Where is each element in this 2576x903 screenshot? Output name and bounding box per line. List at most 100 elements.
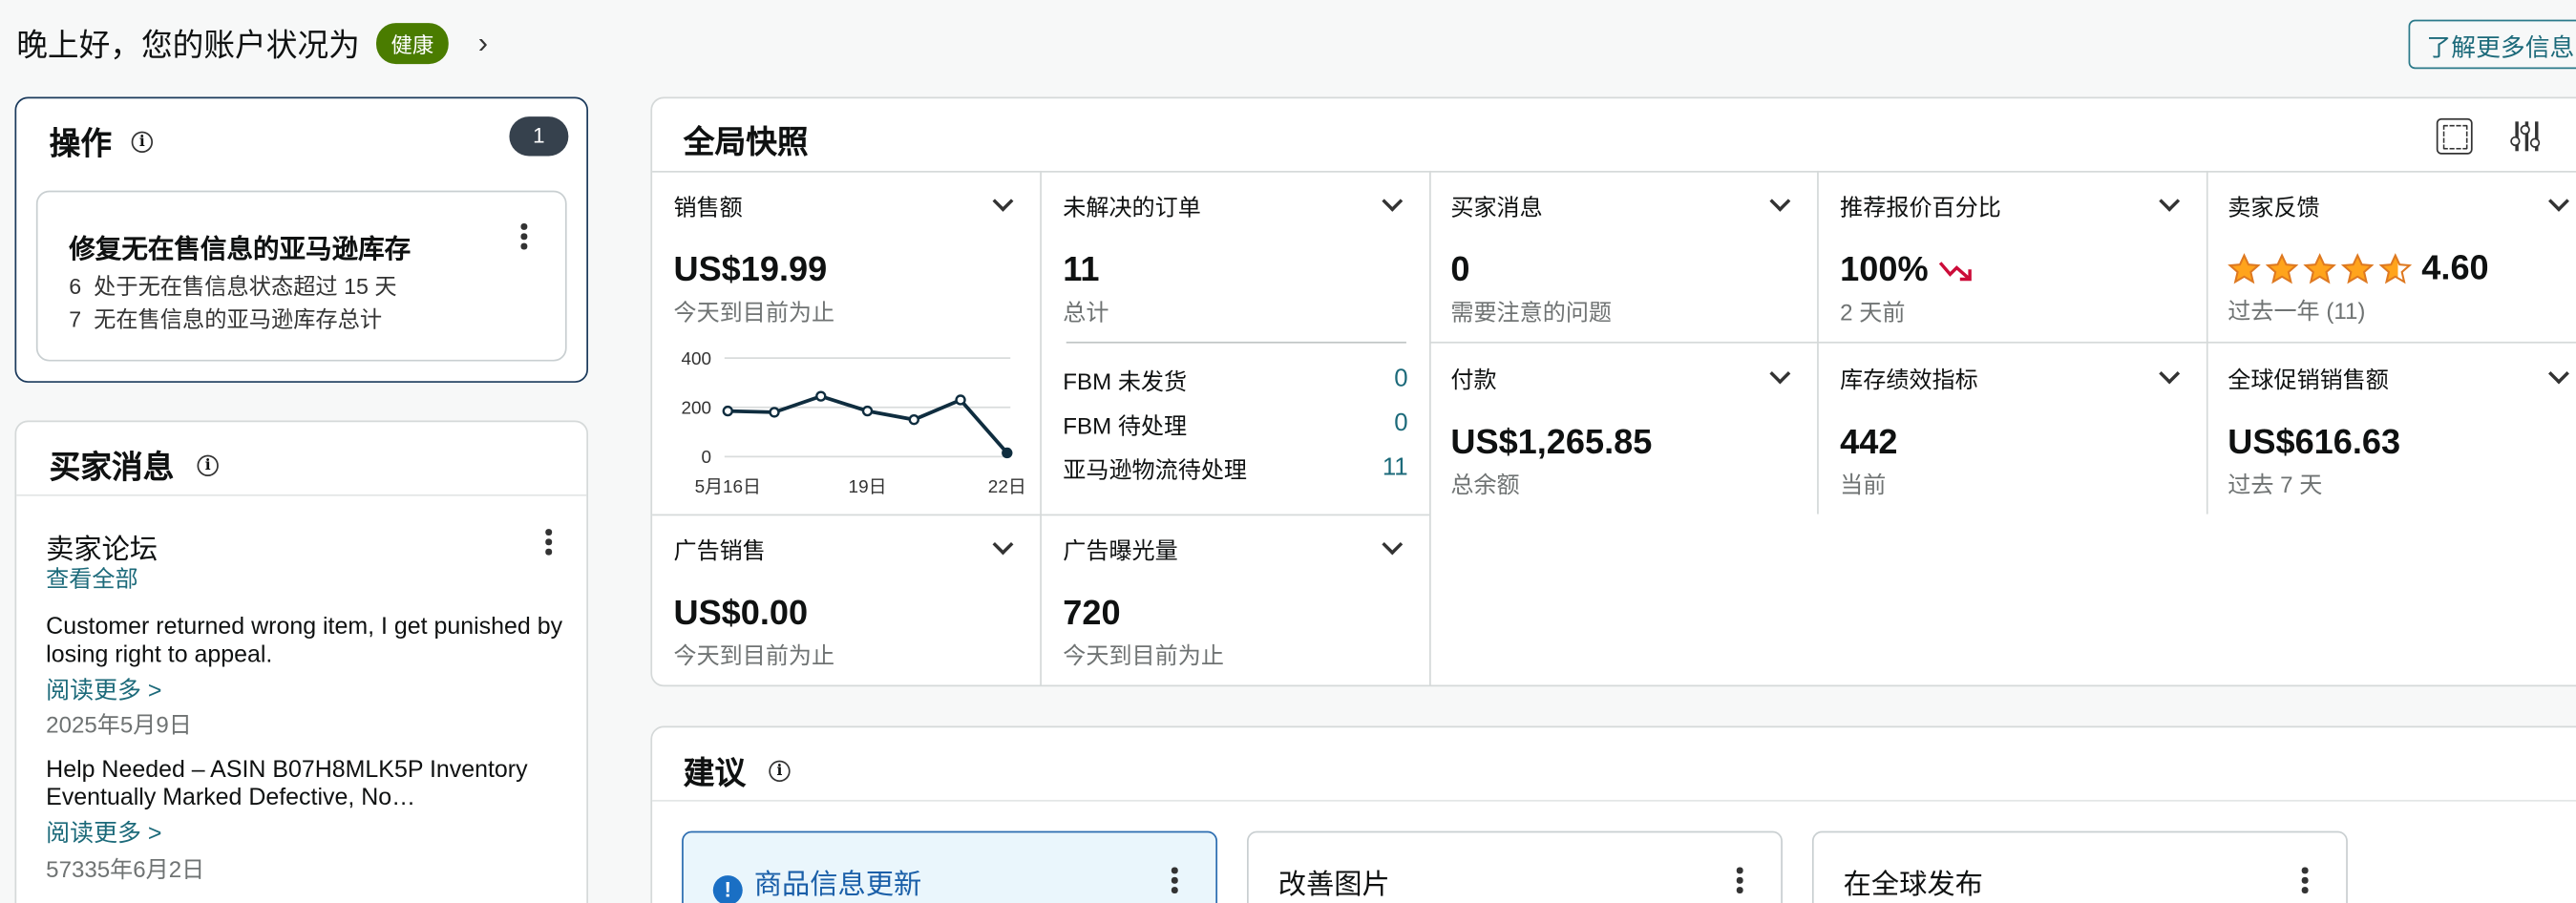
star-icon <box>2303 253 2336 284</box>
more-options-icon[interactable] <box>540 529 557 555</box>
chart-point <box>955 394 966 406</box>
tile-value: US$1,265.85 <box>1450 423 1653 462</box>
tile-value: 720 <box>1063 594 1121 633</box>
chart-y-tick-label: 400 <box>682 349 712 369</box>
task-title[interactable]: 修复无在售信息的亚马逊库存 <box>69 226 411 265</box>
info-icon[interactable]: i <box>197 454 219 477</box>
chart-point <box>815 390 827 402</box>
global-snapshot-card: 全局快照 销售额 US$19.99 今天到目前为止 400 200 0 5月16日 19… <box>650 96 2576 687</box>
tile-label: 库存绩效指标 <box>1840 366 1978 393</box>
post-date: 2025年5月9日 <box>46 711 192 738</box>
info-icon[interactable]: i <box>769 760 791 783</box>
fbm-row[interactable]: 亚马逊物流待处理 11 <box>1063 453 1407 497</box>
tile-ad-sales[interactable]: 广告销售 US$0.00 今天到目前为止 <box>673 534 1018 672</box>
tile-label: 未解决的订单 <box>1063 194 1201 220</box>
tile-label: 广告曝光量 <box>1063 536 1178 564</box>
info-icon[interactable]: i <box>131 131 154 154</box>
fbm-list: FBM 未发货 0 FBM 待处理 0 亚马逊物流待处理 11 <box>1063 365 1407 497</box>
tile-value: 4.60 <box>2421 249 2489 288</box>
tile-sub: 当前 <box>1840 471 1887 498</box>
chart-y-tick-label: 0 <box>702 448 712 468</box>
tile-label: 推荐报价百分比 <box>1840 194 2001 220</box>
tile-value: 442 <box>1840 423 1898 462</box>
actions-title: 操作 <box>49 128 113 163</box>
chart-series-line <box>728 394 1009 454</box>
chart-x-tick-label: 22日 <box>988 477 1026 497</box>
tile-label: 买家消息 <box>1450 194 1543 220</box>
tile-inventory-performance[interactable]: 库存绩效指标 442 当前 <box>1840 363 2185 501</box>
tile-sales[interactable]: 销售额 US$19.99 今天到目前为止 <box>673 190 1018 329</box>
greeting-text: 晚上好，您的账户状况为 <box>16 29 360 65</box>
tile-sub: 总余额 <box>1450 471 1520 498</box>
more-options-icon[interactable] <box>1167 867 1183 893</box>
tile-value: US$0.00 <box>673 594 809 633</box>
tile-value: 100% <box>1840 251 1929 289</box>
more-options-icon[interactable] <box>516 223 532 249</box>
fullscreen-icon[interactable] <box>2436 117 2473 155</box>
forum-title: 卖家论坛 <box>46 534 158 565</box>
chart-x-tick-label: 5月16日 <box>695 477 761 497</box>
suggestion-card-improve-images[interactable]: 改善图片 <box>1247 830 1783 903</box>
tile-label: 付款 <box>1450 366 1497 393</box>
view-all-link[interactable]: 查看全部 <box>46 561 137 594</box>
star-icon <box>2378 253 2412 284</box>
tile-seller-feedback[interactable]: 卖家反馈 4.60 过去一年 (11) <box>2228 190 2576 327</box>
tile-value: US$19.99 <box>673 251 828 289</box>
tile-featured-offer[interactable]: 推荐报价百分比 100% 2 天前 <box>1840 190 2185 329</box>
actions-header: 操作 i <box>49 120 154 164</box>
tile-ad-impressions[interactable]: 广告曝光量 720 今天到目前为止 <box>1063 534 1407 672</box>
suggestions-header: 建议 i <box>684 749 791 793</box>
tile-label: 卖家反馈 <box>2228 194 2320 220</box>
tile-label: 销售额 <box>673 194 743 220</box>
tile-sub: 2 天前 <box>1840 299 1906 326</box>
fbm-row[interactable]: FBM 待处理 0 <box>1063 409 1407 452</box>
alert-icon: ! <box>712 874 743 903</box>
suggestions-title: 建议 <box>683 757 747 792</box>
learn-more-button[interactable]: 了解更多信息 <box>2408 19 2576 70</box>
snapshot-title: 全局快照 <box>683 126 809 161</box>
actions-card: 操作 i 1 修复无在售信息的亚马逊库存 6 处于无在售信息状态超过 15 天 … <box>14 96 589 383</box>
buyer-messages-card: 买家消息 i 卖家论坛 查看全部 Customer returned wrong… <box>14 420 589 903</box>
tile-sub: 今天到目前为止 <box>1063 641 1224 669</box>
chart-y-tick-label: 200 <box>682 399 712 419</box>
suggestion-label[interactable]: 商品信息更新 <box>754 869 922 900</box>
suggestion-card-listing-update[interactable]: ! 商品信息更新 <box>682 830 1218 903</box>
tile-value: 11 <box>1063 251 1100 289</box>
fbm-row[interactable]: FBM 未发货 0 <box>1063 365 1407 409</box>
chart-point <box>861 405 874 417</box>
account-status-bar: 晚上好，您的账户状况为 健康 › <box>16 21 488 65</box>
tile-label: 广告销售 <box>673 536 766 564</box>
chevron-right-icon[interactable]: › <box>478 27 488 61</box>
tile-sub: 今天到目前为止 <box>673 641 835 669</box>
suggestion-label[interactable]: 在全球发布 <box>1844 861 1983 902</box>
post-text[interactable]: Help Needed – ASIN B07H8MLK5P Inventory … <box>46 757 572 813</box>
more-options-icon[interactable] <box>1732 867 1748 893</box>
more-options-icon[interactable] <box>2297 867 2313 893</box>
divider <box>652 799 2576 802</box>
star-icon <box>2228 253 2261 284</box>
trend-down-icon <box>1938 262 1972 282</box>
post-date: 57335年6月2日 <box>46 855 205 883</box>
settings-sliders-icon[interactable] <box>2509 118 2545 155</box>
read-more-link[interactable]: 阅读更多 > <box>46 672 161 706</box>
star-icon <box>2265 253 2299 284</box>
suggestion-card-global-publish[interactable]: 在全球发布 <box>1811 830 2348 903</box>
chart-point <box>1002 447 1013 459</box>
tile-payments[interactable]: 付款 US$1,265.85 总余额 <box>1450 363 1795 501</box>
tile-sub: 过去 7 天 <box>2228 471 2323 498</box>
tile-buyer-messages[interactable]: 买家消息 0 需要注意的问题 <box>1450 190 1795 329</box>
divider <box>16 494 587 496</box>
star-icon <box>2340 253 2375 284</box>
chart-x-tick-label: 19日 <box>849 477 887 497</box>
post-text[interactable]: Customer returned wrong item, I get puni… <box>46 615 572 671</box>
read-more-link[interactable]: 阅读更多 > <box>46 814 161 849</box>
tile-sub: 今天到目前为止 <box>673 299 835 326</box>
suggestion-label[interactable]: 改善图片 <box>1278 861 1390 902</box>
tile-open-orders[interactable]: 未解决的订单 11 总计 <box>1063 190 1407 329</box>
suggestions-card: 建议 i ! 商品信息更新 改善图片 在全球发布 <box>650 725 2576 903</box>
sales-line-chart: 400 200 0 5月16日 19日 22日 <box>682 349 1026 497</box>
tile-sub: 需要注意的问题 <box>1450 299 1613 326</box>
health-status-badge[interactable]: 健康 <box>376 23 449 65</box>
tile-global-promotions[interactable]: 全球促销销售额 US$616.63 过去 7 天 <box>2228 363 2576 501</box>
task-card[interactable]: 修复无在售信息的亚马逊库存 6 处于无在售信息状态超过 15 天 7 无在售信息… <box>35 190 567 362</box>
